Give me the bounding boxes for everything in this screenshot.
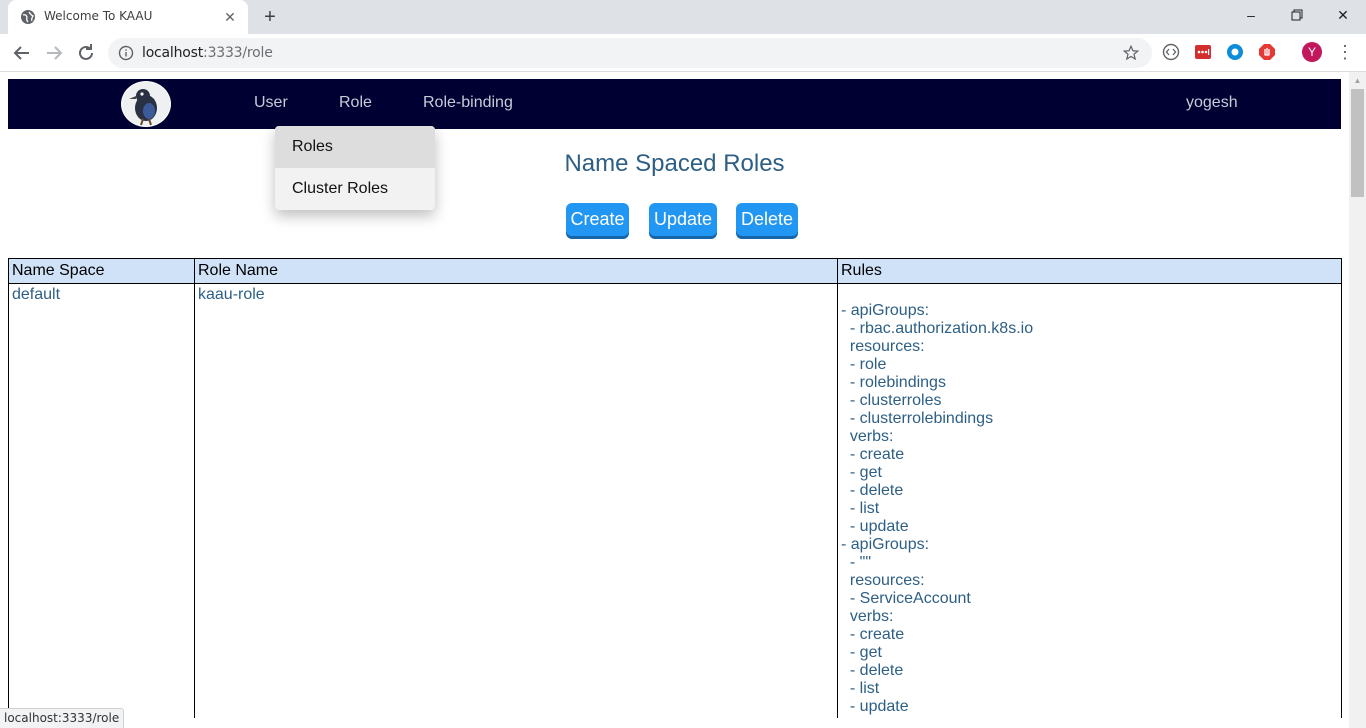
nav-username[interactable]: yogesh	[1186, 94, 1238, 112]
app-logo[interactable]	[121, 81, 171, 127]
url-host: localhost	[142, 45, 204, 61]
role-dropdown-menu: Roles Cluster Roles	[275, 126, 435, 210]
dropdown-item-cluster-roles[interactable]: Cluster Roles	[275, 168, 435, 210]
header-name-space: Name Space	[8, 258, 195, 284]
header-role-name: Role Name	[194, 258, 838, 284]
cell-role-name: kaau-role	[194, 283, 838, 718]
delete-button[interactable]: Delete	[736, 203, 798, 236]
url-path: :3333/role	[203, 45, 273, 61]
rules-yaml: - apiGroups: - rbac.authorization.k8s.io…	[841, 302, 1034, 715]
url-text[interactable]: localhost:3333/role	[142, 45, 273, 61]
close-window-button[interactable]: ✕	[1320, 0, 1366, 30]
scroll-thumb[interactable]	[1351, 89, 1364, 197]
forward-arrow-icon[interactable]	[42, 41, 66, 65]
extension-lastpass-icon[interactable]	[1194, 43, 1212, 61]
create-button[interactable]: Create	[566, 203, 629, 236]
restore-icon	[1291, 9, 1303, 21]
profile-avatar[interactable]: Y	[1302, 42, 1322, 62]
status-bar-url: localhost:3333/role	[0, 708, 125, 728]
roles-table: Name Space Role Name Rules default kaau-…	[8, 258, 1342, 718]
page-scrollbar[interactable]: ▲	[1349, 72, 1366, 728]
bookmark-star-icon[interactable]	[1122, 44, 1140, 62]
page-title: Name Spaced Roles	[564, 150, 785, 177]
extension-code-icon[interactable]	[1162, 43, 1180, 61]
app-navbar: User Role Role-binding yogesh	[8, 79, 1341, 129]
reload-icon[interactable]	[74, 41, 98, 65]
info-icon[interactable]	[118, 45, 134, 61]
page-viewport: User Role Role-binding yogesh Name Space…	[0, 72, 1349, 728]
cell-rules: - apiGroups: - rbac.authorization.k8s.io…	[837, 283, 1342, 718]
nav-role-binding-link[interactable]: Role-binding	[423, 94, 513, 112]
minimize-button[interactable]: –	[1228, 0, 1274, 30]
tab-title: Welcome To KAAU	[44, 9, 153, 23]
bird-logo-icon	[122, 82, 170, 126]
header-rules: Rules	[837, 258, 1342, 284]
back-arrow-icon[interactable]	[10, 41, 34, 65]
extension-adblock-icon[interactable]	[1258, 43, 1276, 61]
update-button[interactable]: Update	[649, 203, 717, 236]
dropdown-item-roles[interactable]: Roles	[275, 126, 435, 168]
browser-toolbar: localhost:3333/role Y ⋮	[0, 34, 1366, 72]
tab-close-icon[interactable]: ✕	[222, 9, 238, 25]
scroll-up-arrow-icon[interactable]: ▲	[1349, 72, 1366, 89]
address-bar[interactable]: localhost:3333/role	[108, 38, 1152, 68]
nav-role-link[interactable]: Role	[339, 94, 372, 112]
table-header-row: Name Space Role Name Rules	[8, 258, 1342, 284]
globe-icon	[21, 10, 35, 24]
table-row[interactable]: default kaau-role - apiGroups: - rbac.au…	[8, 283, 1342, 718]
browser-menu-icon[interactable]: ⋮	[1336, 43, 1354, 63]
cell-namespace: default	[8, 283, 195, 718]
nav-user-link[interactable]: User	[254, 94, 288, 112]
browser-tabstrip: Welcome To KAAU ✕ + – ✕	[0, 0, 1366, 34]
browser-tab[interactable]: Welcome To KAAU ✕	[8, 0, 248, 34]
restore-button[interactable]	[1274, 0, 1320, 30]
new-tab-button[interactable]: +	[258, 6, 282, 28]
extension-circle-icon[interactable]	[1226, 43, 1244, 61]
